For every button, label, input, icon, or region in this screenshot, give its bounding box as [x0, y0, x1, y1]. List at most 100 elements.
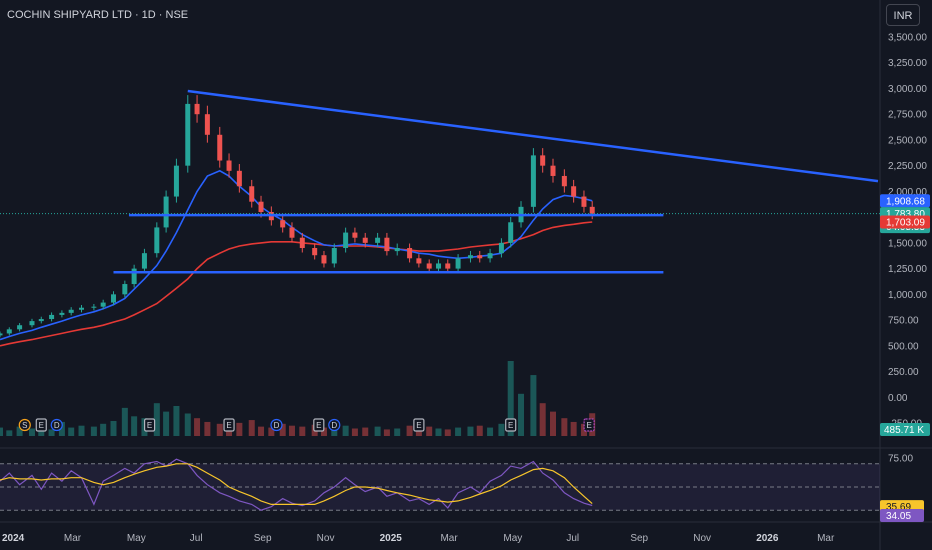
volume-bar [288, 425, 295, 436]
candle-body [550, 165, 556, 176]
volume-bar [476, 425, 483, 436]
candle-body [561, 175, 567, 187]
volume-bar [48, 429, 55, 436]
price-badge-text: 1,908.68 [886, 196, 925, 207]
time-axis-tick: May [503, 533, 522, 544]
candle-body [79, 307, 85, 310]
event-marker-letter: E [416, 421, 421, 430]
candle-body [299, 237, 305, 249]
volume-bar [362, 427, 369, 436]
currency-button[interactable]: INR [886, 4, 920, 26]
volume-bar [131, 416, 138, 436]
candle-body [321, 255, 327, 264]
candle-body [131, 268, 137, 285]
price-axis-tick: 3,500.00 [888, 33, 927, 44]
rsi-band [0, 463, 880, 511]
candle-body [141, 253, 147, 269]
volume-bar [0, 427, 3, 436]
time-axis-tick: Nov [317, 533, 335, 544]
candle-body [29, 321, 35, 326]
candle-body [375, 237, 381, 243]
volume-bar [216, 423, 223, 436]
volume-bar [487, 427, 494, 436]
volume-bar [426, 426, 433, 436]
price-axis-tick: 1,000.00 [888, 290, 927, 301]
candle-body [352, 232, 358, 238]
event-marker-letter: E [316, 421, 321, 430]
event-marker-letter: S [22, 421, 27, 430]
volume-bar [455, 427, 462, 436]
candle-body [384, 237, 390, 252]
candle-body [289, 227, 295, 238]
volume-bar [258, 426, 265, 436]
candle-body [122, 284, 128, 295]
candle-body [17, 325, 23, 330]
candle-body [498, 242, 504, 254]
candle-body [173, 165, 179, 197]
volume-bar [561, 418, 568, 436]
price-badge-text: 1,703.09 [886, 217, 925, 228]
volume-bar [539, 403, 546, 436]
price-axis-tick: 500.00 [888, 341, 919, 352]
candle-body [280, 220, 286, 228]
candle-body [194, 103, 200, 115]
price-axis-tick: 2,750.00 [888, 110, 927, 121]
volume-bar [299, 426, 306, 436]
price-axis-tick: 3,000.00 [888, 84, 927, 95]
sma-fast-line [0, 169, 593, 341]
volume-bar [100, 423, 107, 436]
event-marker-letter: D [331, 421, 337, 430]
candle-body [362, 237, 368, 243]
time-axis-tick: Mar [817, 533, 835, 544]
volume-bar [550, 411, 557, 436]
candle-body [581, 196, 587, 207]
event-marker-letter: E [147, 421, 152, 430]
candle-body [236, 170, 242, 187]
price-axis-tick: 1,500.00 [888, 238, 927, 249]
time-axis-tick: Mar [440, 533, 458, 544]
chart-window: 3,500.00 3,250.00 3,000.00 2,750.00 2,500.00… [0, 0, 932, 550]
volume-bar [90, 426, 97, 436]
price-axis-tick: 3,250.00 [888, 58, 927, 69]
candle-body [217, 134, 223, 161]
volume-bar [121, 407, 128, 436]
candle-body [487, 253, 493, 259]
symbol-title[interactable]: COCHIN SHIPYARD LTD · 1D · NSE [7, 9, 188, 21]
event-marker-letter: E [39, 421, 44, 430]
candle-body [426, 263, 432, 269]
chart-canvas[interactable]: 3,500.00 3,250.00 3,000.00 2,750.00 2,500.00… [0, 0, 932, 550]
time-axis-tick: Jul [566, 533, 579, 544]
rsi-badge-text: 34.05 [886, 511, 911, 522]
event-marker-letter: E [586, 421, 591, 430]
time-axis-tick: 2024 [2, 533, 25, 544]
candle-body [416, 258, 422, 264]
candle-body [258, 201, 264, 212]
price-axis-tick: 2,250.00 [888, 161, 927, 172]
event-marker-letter: E [226, 421, 231, 430]
candle-body [435, 263, 441, 269]
volume-bar [383, 429, 390, 436]
candle-body [477, 255, 483, 259]
candle-body [540, 155, 546, 166]
volume-bar [394, 428, 401, 436]
volume-bar [6, 430, 13, 436]
candle-body [571, 186, 577, 197]
candle-body [249, 186, 255, 202]
time-axis-tick: 2025 [380, 533, 403, 544]
volume-bar [498, 423, 505, 436]
candle-body [204, 114, 210, 135]
candle-body [185, 103, 191, 166]
volume-bar [78, 425, 85, 436]
rsi-axis-tick: 75.00 [888, 454, 913, 465]
event-marker-letter: D [54, 421, 60, 430]
volume-bar [236, 422, 243, 436]
volume-bar [173, 406, 180, 436]
volume-bar [518, 393, 525, 436]
time-axis-tick: Sep [254, 533, 272, 544]
candle-body [68, 309, 74, 313]
time-axis-tick: Mar [64, 533, 82, 544]
candle-body [163, 196, 169, 228]
time-axis-tick: Nov [693, 533, 711, 544]
price-axis-tick: 2,500.00 [888, 135, 927, 146]
volume-bar [435, 428, 442, 436]
